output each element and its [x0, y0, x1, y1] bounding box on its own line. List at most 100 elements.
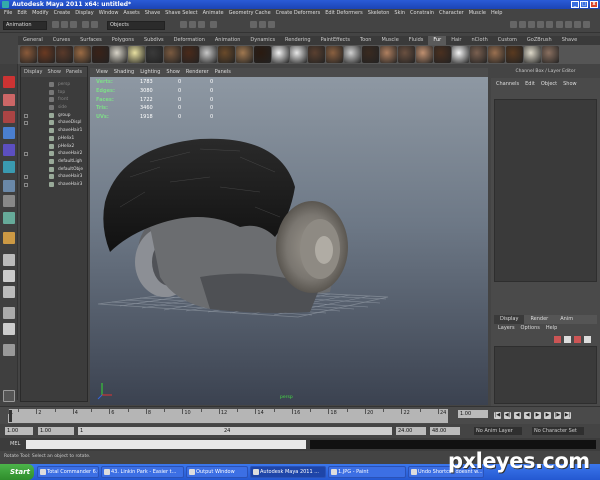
fur-preset-icon[interactable] [74, 46, 91, 63]
playback-button[interactable]: ◀ [514, 412, 521, 419]
fur-preset-icon[interactable] [272, 46, 289, 63]
fur-preset-icon[interactable] [524, 46, 541, 63]
paint-select-tool-icon[interactable] [3, 111, 15, 123]
taskbar-item[interactable]: 1.JPG - Paint [328, 466, 406, 478]
shelf-tab-polygons[interactable]: Polygons [107, 36, 139, 45]
viewport-menu-show[interactable]: Show [166, 68, 180, 77]
playback-button[interactable]: |◀ [494, 412, 501, 419]
move-tool-icon[interactable] [3, 127, 15, 139]
mel-label[interactable]: MEL [10, 441, 20, 447]
playback-button[interactable]: ▶ [534, 412, 541, 419]
outliner-item[interactable]: side [21, 104, 87, 112]
viewport-menu-panels[interactable]: Panels [215, 68, 231, 77]
layers-menu[interactable]: Layers [498, 324, 515, 333]
menu-help[interactable]: Help [491, 9, 502, 18]
shelf-tab-ncloth[interactable]: nCloth [467, 36, 493, 45]
expand-icon[interactable] [24, 121, 28, 126]
four-view-layout-icon[interactable] [3, 270, 15, 282]
fur-preset-icon[interactable] [164, 46, 181, 63]
soft-mod-tool-icon[interactable] [3, 212, 15, 224]
fur-preset-icon[interactable] [56, 46, 73, 63]
scale-tool-icon[interactable] [3, 161, 15, 173]
current-time-marker[interactable] [9, 410, 12, 422]
menu-modify[interactable]: Modify [32, 9, 49, 18]
new-layer-selected-icon[interactable] [564, 336, 571, 343]
outliner-item[interactable]: shaveDispl [21, 119, 87, 127]
outliner-item[interactable]: pHelix2 [21, 143, 87, 151]
fur-preset-icon[interactable] [380, 46, 397, 63]
menu-geometry-cache[interactable]: Geometry Cache [229, 9, 271, 18]
menu-assets[interactable]: Assets [123, 9, 139, 18]
channel-box-toggle-icon[interactable] [537, 21, 544, 28]
taskbar-item[interactable]: Output Window [186, 466, 248, 478]
fur-preset-icon[interactable] [398, 46, 415, 63]
fur-preset-icon[interactable] [470, 46, 487, 63]
fur-preset-icon[interactable] [344, 46, 361, 63]
move-down-layer-icon[interactable] [584, 336, 591, 343]
persp-graph-layout-icon[interactable] [3, 307, 15, 319]
tab-render[interactable]: Render [524, 315, 554, 324]
viewport-menu-renderer[interactable]: Renderer [186, 68, 209, 77]
manipulator-tool-icon[interactable] [3, 180, 15, 192]
outliner-item[interactable]: top [21, 89, 87, 97]
fur-preset-icon[interactable] [362, 46, 379, 63]
snap-point-icon[interactable] [198, 21, 205, 28]
menu-muscle[interactable]: Muscle [469, 9, 486, 18]
fur-preset-icon[interactable] [452, 46, 469, 63]
shelf-tab-animation[interactable]: Animation [210, 36, 246, 45]
shelf-tab-subdivs[interactable]: Subdivs [139, 36, 169, 45]
outliner-menu-display[interactable]: Display [24, 69, 42, 75]
menu-create-deformers[interactable]: Create Deformers [276, 9, 321, 18]
outliner-item[interactable]: shaveHair2 [21, 150, 87, 158]
fur-preset-icon[interactable] [38, 46, 55, 63]
outliner-item[interactable]: group [21, 112, 87, 120]
persp-outliner-layout-icon[interactable] [3, 286, 15, 298]
channels-menu[interactable]: Channels [496, 81, 519, 87]
object-menu[interactable]: Object [541, 81, 557, 87]
render-icon[interactable] [250, 21, 257, 28]
expand-icon[interactable] [24, 113, 28, 118]
outliner-menu-panels[interactable]: Panels [66, 69, 82, 75]
menu-constrain[interactable]: Constrain [410, 9, 434, 18]
fur-preset-icon[interactable] [92, 46, 109, 63]
shelf-tab-muscle[interactable]: Muscle [376, 36, 403, 45]
playback-start-field[interactable]: 1.00 [38, 427, 74, 435]
fur-preset-icon[interactable] [308, 46, 325, 63]
fur-preset-icon[interactable] [218, 46, 235, 63]
menu-edit-deformers[interactable]: Edit Deformers [325, 9, 363, 18]
anim-layer-dropdown[interactable]: No Anim Layer [474, 427, 522, 435]
single-perspective-layout-icon[interactable] [3, 254, 15, 266]
minimize-button[interactable]: _ [571, 1, 579, 8]
tab-anim[interactable]: Anim [554, 315, 579, 324]
menu-character[interactable]: Character [439, 9, 464, 18]
outliner-item[interactable]: persp [21, 81, 87, 89]
help-menu[interactable]: Help [546, 324, 557, 333]
playback-button[interactable]: ▶ [544, 412, 551, 419]
fur-preset-icon[interactable] [110, 46, 127, 63]
lasso-tool-icon[interactable] [3, 94, 15, 106]
expand-icon[interactable] [24, 175, 28, 180]
tab-display[interactable]: Display [494, 315, 525, 324]
menu-skin[interactable]: Skin [394, 9, 405, 18]
playback-button[interactable]: ▶| [564, 412, 571, 419]
shelf-tab-curves[interactable]: Curves [48, 36, 75, 45]
show-manipulator-icon[interactable] [3, 232, 15, 244]
outliner-item[interactable]: shaveHair3 [21, 173, 87, 181]
move-up-layer-icon[interactable] [574, 336, 581, 343]
fur-preset-icon[interactable] [488, 46, 505, 63]
shelf-tab-fur[interactable]: Fur [428, 36, 447, 45]
fur-preset-icon[interactable] [200, 46, 217, 63]
shelf-tab-surfaces[interactable]: Surfaces [75, 36, 107, 45]
fur-preset-icon[interactable] [326, 46, 343, 63]
last-tool-icon[interactable] [3, 195, 15, 207]
select-hierarchy-icon[interactable] [82, 21, 89, 28]
fur-preset-icon[interactable] [416, 46, 433, 63]
render-settings-icon[interactable] [268, 21, 275, 28]
script-editor-icon[interactable] [3, 390, 15, 402]
select-object-icon[interactable] [91, 21, 98, 28]
taskbar-item[interactable]: Total Commander 6.03 - ... [37, 466, 99, 478]
menu-edit[interactable]: Edit [17, 9, 27, 18]
taskbar-item[interactable]: Autodesk Maya 2011 ... [250, 466, 326, 478]
menu-skeleton[interactable]: Skeleton [368, 9, 390, 18]
shelf-tab-gozbrush[interactable]: GoZBrush [522, 36, 557, 45]
